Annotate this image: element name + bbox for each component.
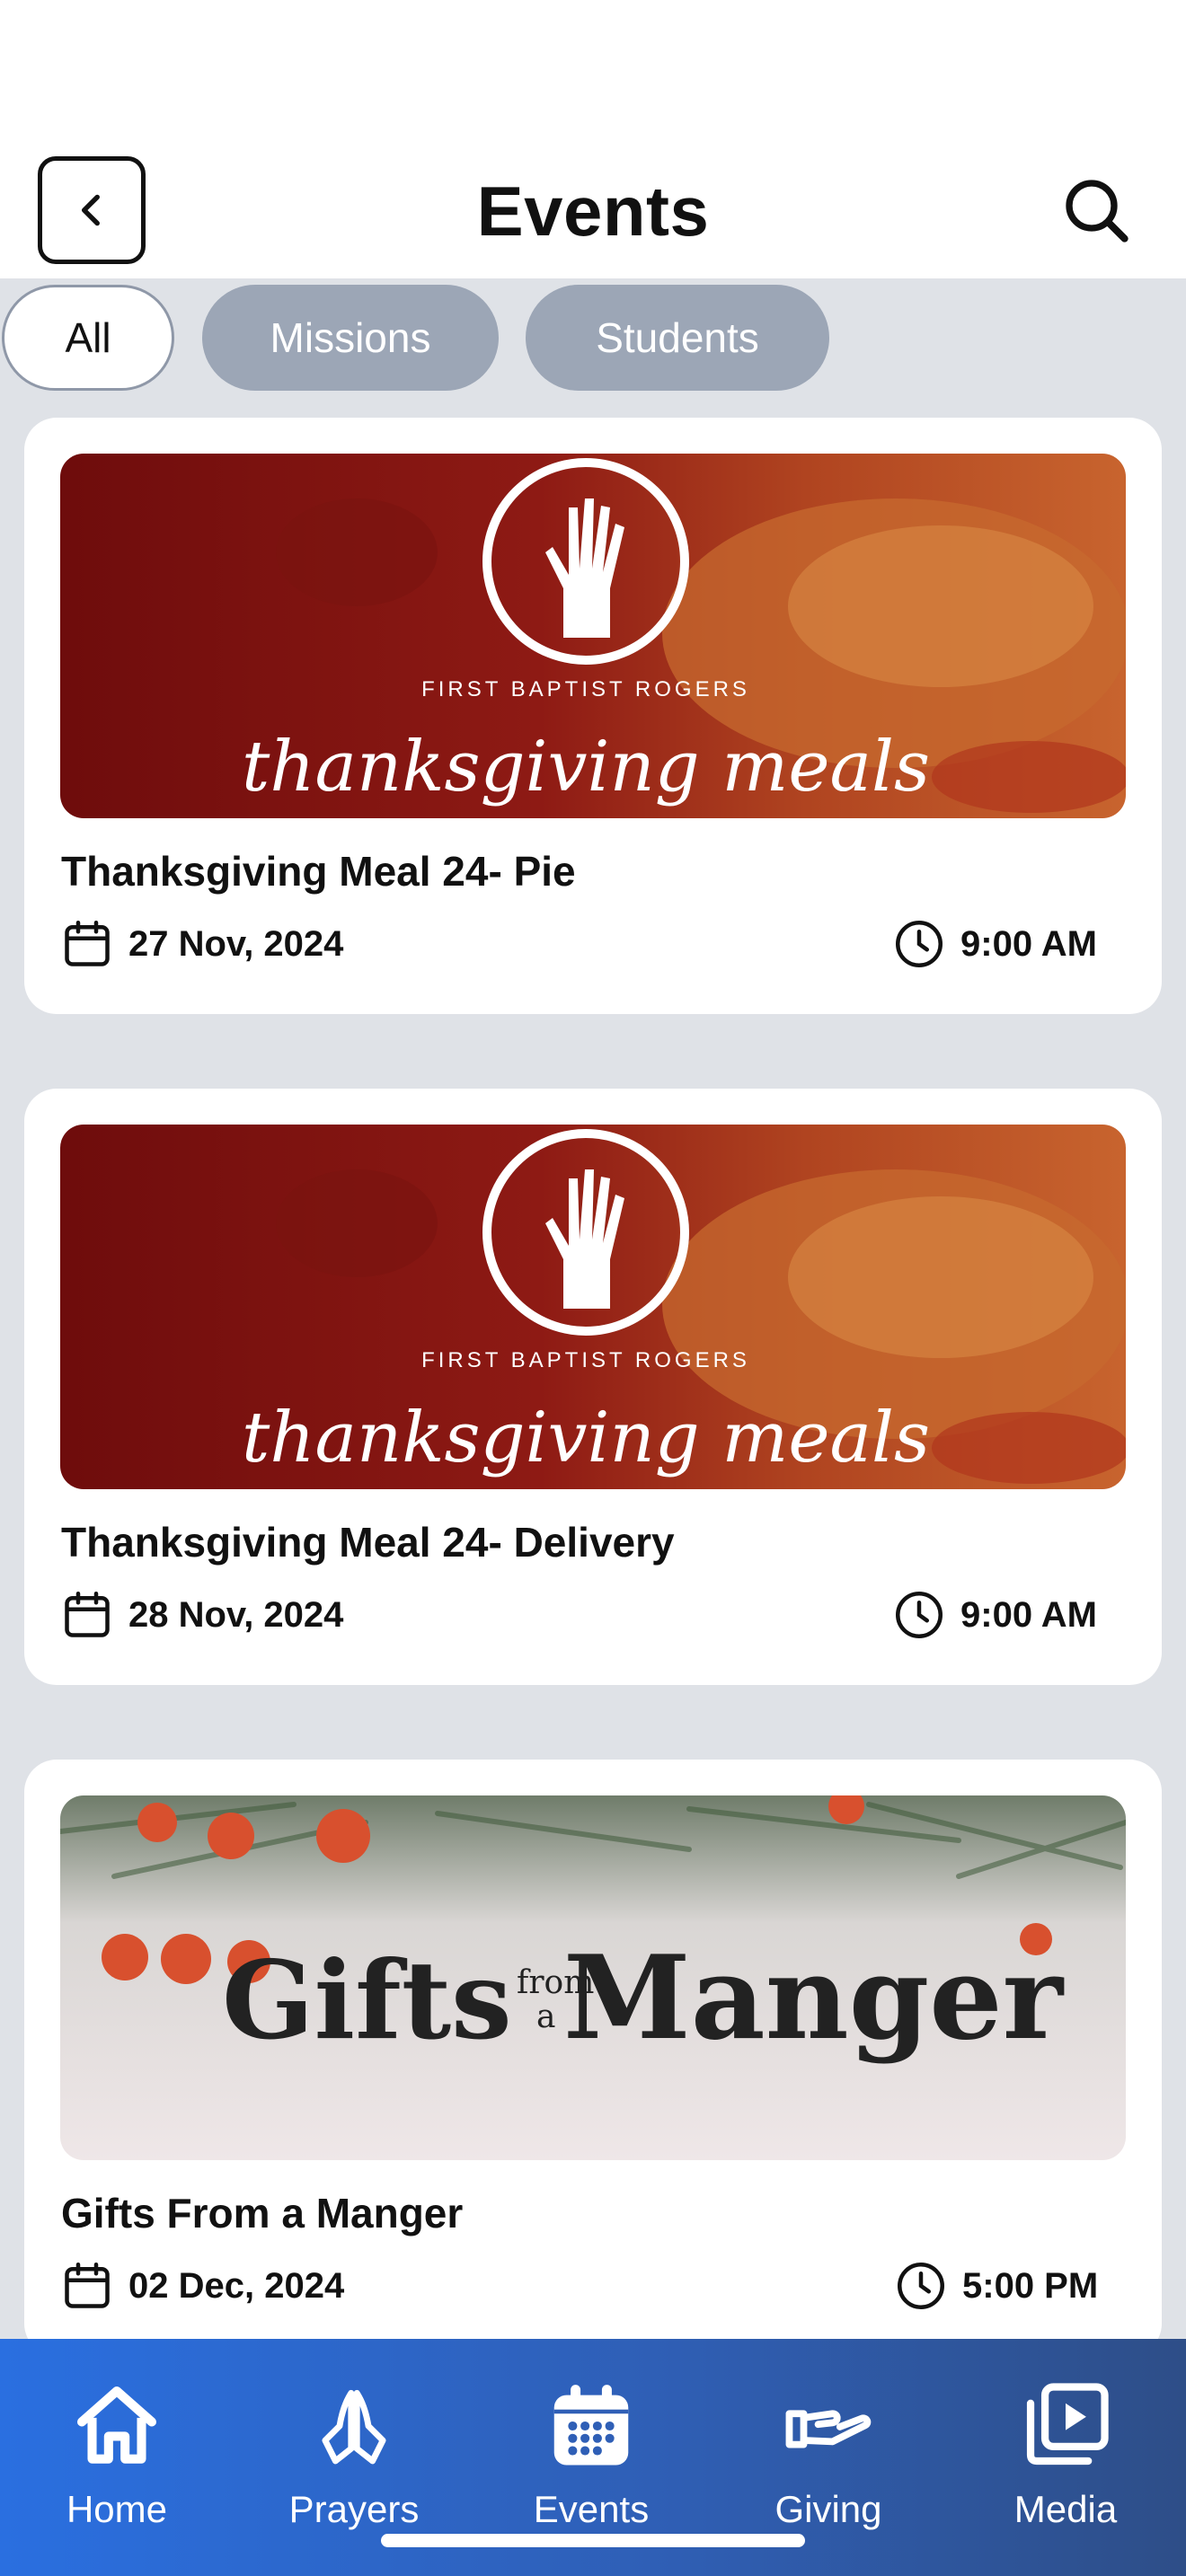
event-date-text: 28 Nov, 2024 xyxy=(128,1594,344,1635)
tab-events-label: Events xyxy=(533,2488,650,2530)
event-card[interactable]: FIRST BAPTIST ROGERS thanksgiving meals … xyxy=(24,1089,1162,1685)
tab-home-label: Home xyxy=(66,2488,168,2530)
tab-prayers[interactable]: Prayers xyxy=(264,2377,444,2531)
banner-title-left: Gifts xyxy=(222,1937,512,2064)
clock-icon xyxy=(896,921,943,967)
event-card[interactable]: FIRST BAPTIST ROGERS thanksgiving meals … xyxy=(24,418,1162,1014)
banner-script-text: thanksgiving meals xyxy=(242,727,930,807)
event-banner-image: FIRST BAPTIST ROGERS thanksgiving meals xyxy=(60,1125,1126,1489)
home-indicator xyxy=(381,2534,805,2547)
clock-icon xyxy=(898,2263,944,2309)
status-bar-area xyxy=(0,0,1186,135)
banner-org-text: FIRST BAPTIST ROGERS xyxy=(421,677,750,701)
event-time-text: 9:00 AM xyxy=(960,1594,1097,1635)
event-banner-image: Gifts from a Manger xyxy=(60,1795,1126,2160)
banner-script-text: thanksgiving meals xyxy=(242,1398,930,1478)
event-title: Gifts From a Manger xyxy=(61,2190,464,2236)
filter-chip-students[interactable]: Students xyxy=(526,285,829,391)
event-time: 9:00 AM xyxy=(892,1588,1097,1642)
event-time: 5:00 PM xyxy=(894,2259,1098,2313)
event-date-text: 27 Nov, 2024 xyxy=(128,923,344,964)
banner-title-right: Manger xyxy=(563,1931,1065,2066)
event-time-text: 9:00 AM xyxy=(960,923,1097,964)
tab-giving-label: Giving xyxy=(774,2488,882,2530)
media-play-icon xyxy=(1026,2383,1109,2466)
banner-org-text: FIRST BAPTIST ROGERS xyxy=(421,1348,750,1372)
event-date: 02 Dec, 2024 xyxy=(60,2259,344,2313)
banner-title-small-bottom: a xyxy=(536,1998,555,2035)
search-button[interactable] xyxy=(1060,174,1132,246)
search-icon xyxy=(1066,180,1128,243)
tab-media-label: Media xyxy=(1013,2488,1118,2530)
event-date: 28 Nov, 2024 xyxy=(60,1588,343,1642)
event-title: Thanksgiving Meal 24- Pie xyxy=(61,848,576,895)
tab-events[interactable]: Events xyxy=(501,2377,681,2531)
giving-hand-icon xyxy=(785,2410,872,2448)
calendar-icon xyxy=(65,2263,110,2308)
tab-home[interactable]: Home xyxy=(27,2377,207,2531)
event-card[interactable]: Gifts from a Manger Gifts From a Manger … xyxy=(24,1760,1162,2356)
top-app-bar: Events xyxy=(0,135,1186,278)
filter-chip-all[interactable]: All xyxy=(2,285,174,391)
category-filter-bar: All Missions Students xyxy=(0,285,1186,391)
event-time: 9:00 AM xyxy=(892,917,1097,971)
event-time-text: 5:00 PM xyxy=(962,2265,1099,2306)
praying-hands-icon xyxy=(322,2389,386,2465)
tab-giving[interactable]: Giving xyxy=(739,2377,918,2531)
calendar-icon xyxy=(65,921,110,966)
event-date-text: 02 Dec, 2024 xyxy=(128,2265,345,2306)
event-title: Thanksgiving Meal 24- Delivery xyxy=(61,1519,675,1566)
calendar-icon xyxy=(553,2385,629,2466)
page-title: Events xyxy=(476,172,710,251)
filter-chip-missions[interactable]: Missions xyxy=(202,285,499,391)
event-banner-image: FIRST BAPTIST ROGERS thanksgiving meals xyxy=(60,454,1126,818)
tab-media[interactable]: Media xyxy=(976,2377,1155,2531)
tab-prayers-label: Prayers xyxy=(288,2488,420,2530)
calendar-icon xyxy=(65,1592,110,1637)
home-icon xyxy=(76,2386,156,2464)
event-date: 27 Nov, 2024 xyxy=(60,917,343,971)
clock-icon xyxy=(896,1592,943,1638)
